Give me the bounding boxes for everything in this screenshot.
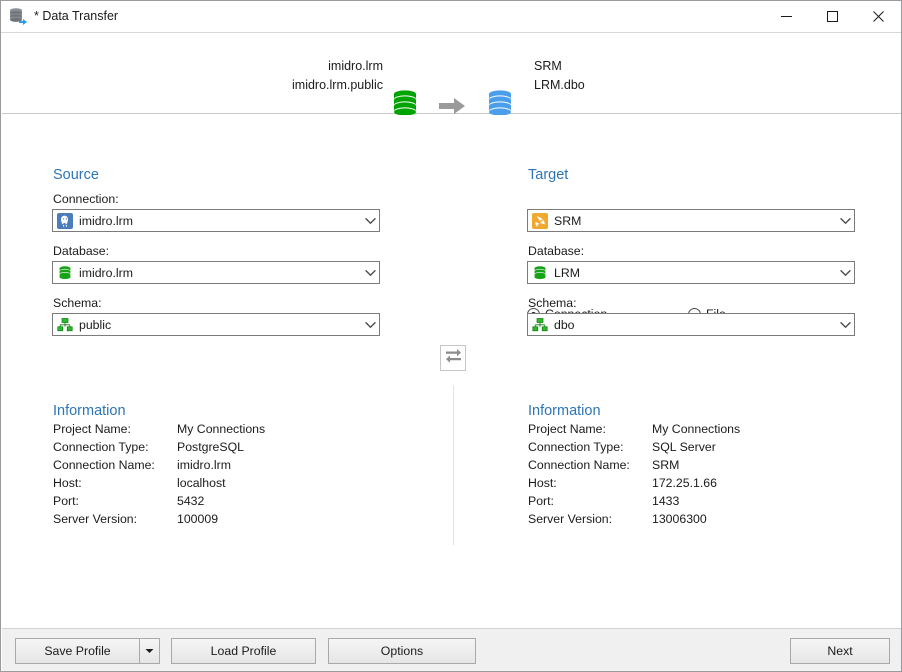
target-section-title: Target <box>528 167 569 183</box>
info-value: 172.25.1.66 <box>652 476 717 490</box>
next-label: Next <box>827 644 853 658</box>
info-row: Port: 1433 <box>528 494 858 512</box>
source-database-label: Database: <box>53 244 110 258</box>
target-schema-value: dbo <box>554 317 575 332</box>
source-summary-line2: imidro.lrm.public <box>292 78 383 92</box>
next-button[interactable]: Next <box>790 638 890 664</box>
chevron-down-icon[interactable] <box>836 314 854 335</box>
source-section-title: Source <box>53 167 99 183</box>
info-row: Connection Type: PostgreSQL <box>53 440 383 458</box>
target-database-combo[interactable]: LRM <box>527 261 855 284</box>
info-key: Host: <box>528 476 557 490</box>
sqlserver-icon <box>532 212 548 229</box>
chevron-down-icon[interactable] <box>361 314 379 335</box>
info-value: 100009 <box>177 512 219 526</box>
info-row: Port: 5432 <box>53 494 383 512</box>
source-summary-labels: imidro.lrm imidro.lrm.public <box>292 57 383 95</box>
info-key: Port: <box>528 494 554 508</box>
target-summary-line2: LRM.dbo <box>534 78 585 92</box>
source-information-title: Information <box>53 403 126 419</box>
info-row: Project Name: My Connections <box>528 422 858 440</box>
schema-icon <box>57 317 73 333</box>
source-schema-value: public <box>79 317 112 332</box>
source-summary-line1: imidro.lrm <box>328 59 383 73</box>
source-connection-label: Connection: <box>53 192 119 206</box>
target-summary-line1: SRM <box>534 59 562 73</box>
window-title: * Data Transfer <box>34 9 119 23</box>
save-profile-button[interactable]: Save Profile <box>15 638 160 664</box>
swap-arrows-icon <box>445 348 462 368</box>
info-key: Server Version: <box>53 512 138 526</box>
info-value: SQL Server <box>652 440 716 454</box>
info-row: Server Version: 13006300 <box>528 512 858 530</box>
postgresql-icon <box>57 212 73 229</box>
info-key: Connection Name: <box>528 458 630 472</box>
source-database-value: imidro.lrm <box>79 265 133 280</box>
swap-source-target-button[interactable] <box>440 345 466 371</box>
info-value: 5432 <box>177 494 205 508</box>
close-button[interactable] <box>855 1 901 32</box>
load-profile-button[interactable]: Load Profile <box>171 638 316 664</box>
info-value: 1433 <box>652 494 680 508</box>
info-key: Host: <box>53 476 82 490</box>
info-key: Project Name: <box>528 422 606 436</box>
chevron-down-icon[interactable] <box>836 262 854 283</box>
info-value: My Connections <box>177 422 266 436</box>
target-connection-value: SRM <box>554 213 582 228</box>
target-information-grid: Project Name: My Connections Connection Ty… <box>528 422 858 530</box>
footer-toolbar: Save Profile Load Profile Options Next <box>2 628 901 671</box>
info-value: 13006300 <box>652 512 707 526</box>
options-label: Options <box>380 644 424 658</box>
source-connection-combo[interactable]: imidro.lrm <box>52 209 380 232</box>
source-schema-combo[interactable]: public <box>52 313 380 336</box>
chevron-down-icon[interactable] <box>361 210 379 231</box>
info-key: Connection Type: <box>53 440 149 454</box>
schema-icon <box>532 317 548 333</box>
target-database-value: LRM <box>554 265 580 280</box>
info-value: PostgreSQL <box>177 440 244 454</box>
save-profile-label: Save Profile <box>44 644 111 658</box>
info-row: Server Version: 100009 <box>53 512 383 530</box>
source-information-grid: Project Name: My Connections Connection Ty… <box>53 422 383 530</box>
chevron-down-icon[interactable] <box>361 262 379 283</box>
target-connection-combo[interactable]: SRM <box>527 209 855 232</box>
data-transfer-window: * Data Transfer imidro.lrm imidro.lrm.pu… <box>0 0 902 672</box>
info-row: Connection Name: SRM <box>528 458 858 476</box>
info-key: Connection Name: <box>53 458 155 472</box>
target-schema-combo[interactable]: dbo <box>527 313 855 336</box>
info-row: Host: localhost <box>53 476 383 494</box>
titlebar: * Data Transfer <box>1 1 901 33</box>
maximize-button[interactable] <box>809 1 855 32</box>
info-value: localhost <box>177 476 226 490</box>
chevron-down-icon[interactable] <box>836 210 854 231</box>
target-database-label: Database: <box>528 244 585 258</box>
info-key: Server Version: <box>528 512 613 526</box>
target-schema-label: Schema: <box>528 296 577 310</box>
info-row: Connection Type: SQL Server <box>528 440 858 458</box>
database-icon <box>57 265 73 281</box>
info-value: imidro.lrm <box>177 458 231 472</box>
info-row: Project Name: My Connections <box>53 422 383 440</box>
source-database-combo[interactable]: imidro.lrm <box>52 261 380 284</box>
load-profile-label: Load Profile <box>210 644 277 658</box>
panel-divider <box>453 385 454 545</box>
info-value: SRM <box>652 458 680 472</box>
info-key: Port: <box>53 494 79 508</box>
info-key: Project Name: <box>53 422 131 436</box>
main-content: Source Connection: imidro.lrm Database: <box>2 115 901 628</box>
save-profile-dropdown-arrow[interactable] <box>139 639 159 663</box>
info-row: Host: 172.25.1.66 <box>528 476 858 494</box>
source-schema-label: Schema: <box>53 296 102 310</box>
info-value: My Connections <box>652 422 741 436</box>
source-connection-value: imidro.lrm <box>79 213 133 228</box>
minimize-button[interactable] <box>763 1 809 32</box>
target-summary-labels: SRM LRM.dbo <box>534 57 585 95</box>
options-button[interactable]: Options <box>328 638 476 664</box>
info-key: Connection Type: <box>528 440 624 454</box>
target-information-title: Information <box>528 403 601 419</box>
info-row: Connection Name: imidro.lrm <box>53 458 383 476</box>
database-icon <box>532 265 548 281</box>
data-transfer-icon <box>9 8 28 26</box>
transfer-summary-header: imidro.lrm imidro.lrm.public SRM LRM.dbo <box>2 33 901 116</box>
